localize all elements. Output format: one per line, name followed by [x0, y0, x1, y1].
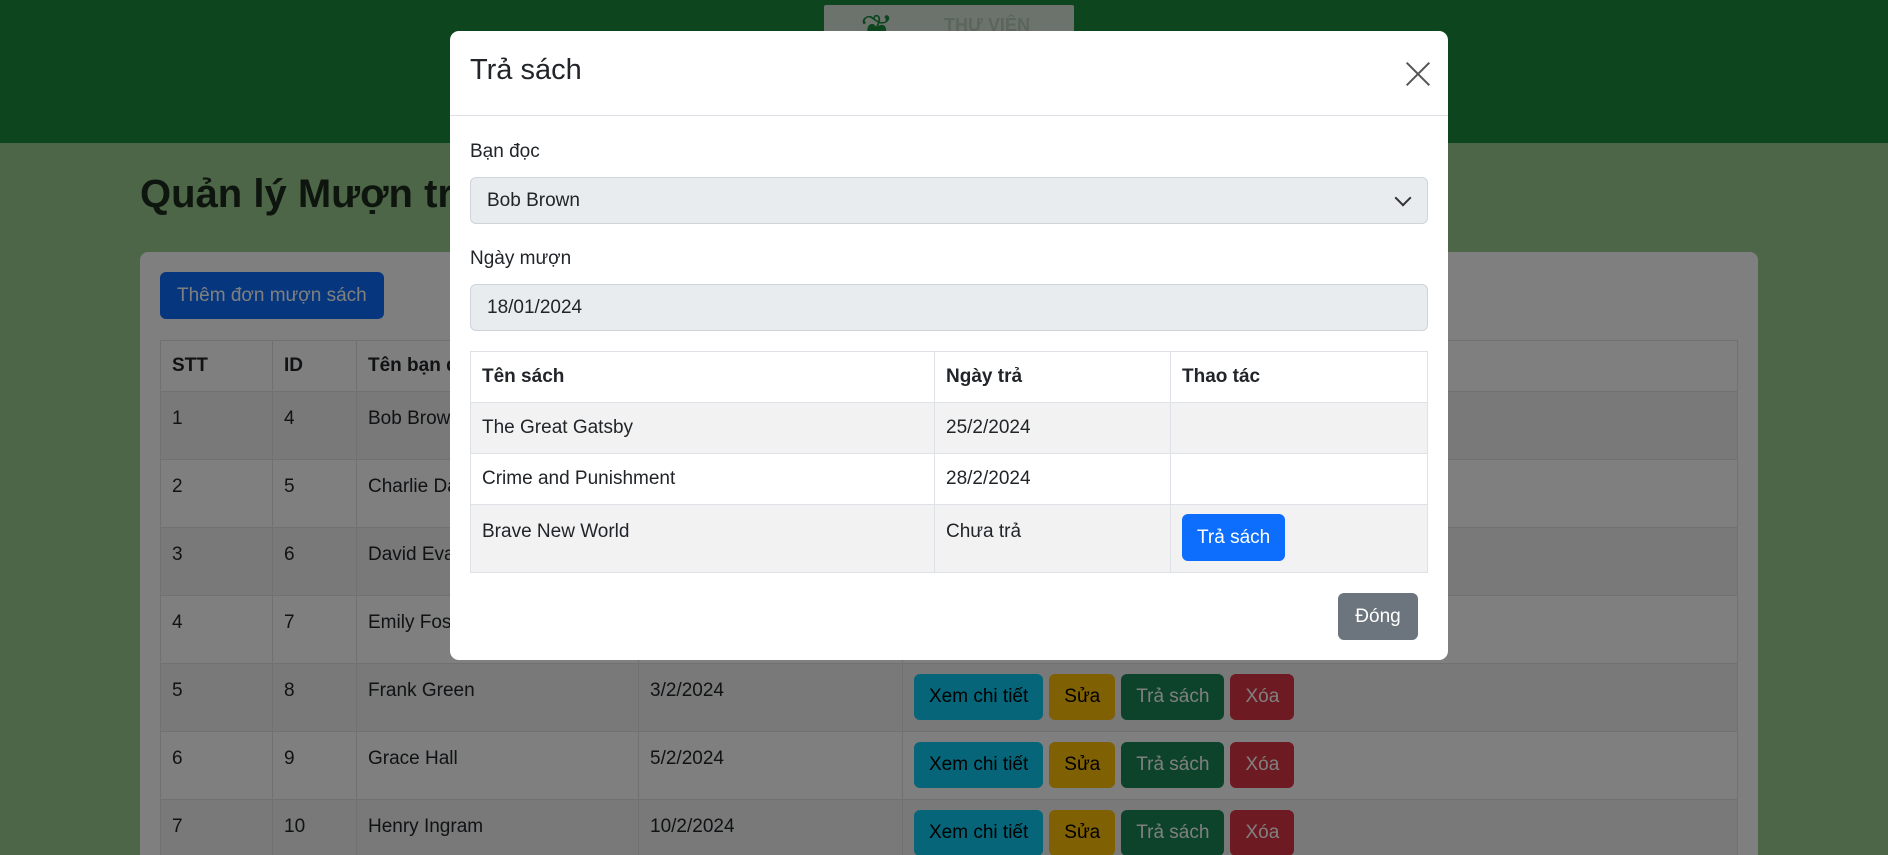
cell-book-title: The Great Gatsby: [470, 402, 935, 454]
column-header-return-date: Ngày trả: [934, 351, 1171, 403]
modal-title: Trả sách: [470, 54, 582, 86]
books-table: Tên sách Ngày trả Thao tác The Great Gat…: [470, 351, 1428, 573]
close-button[interactable]: Đóng: [1338, 593, 1418, 640]
reader-select[interactable]: Bob Brown: [470, 177, 1428, 224]
reader-label: Bạn đọc: [470, 141, 540, 162]
cell-action: [1170, 402, 1428, 454]
book-row: Crime and Punishment 28/2/2024: [470, 453, 1428, 505]
reader-select-value: Bob Brown: [487, 190, 580, 211]
cell-return-date: Chưa trả: [934, 504, 1171, 573]
return-book-button[interactable]: Trả sách: [1182, 514, 1286, 561]
cell-return-date: 28/2/2024: [934, 453, 1171, 505]
column-header-actions: Thao tác: [1170, 351, 1428, 403]
borrow-date-field[interactable]: 18/01/2024: [470, 284, 1428, 331]
book-row: The Great Gatsby 25/2/2024: [470, 402, 1428, 454]
cell-book-title: Brave New World: [470, 504, 935, 573]
cell-book-title: Crime and Punishment: [470, 453, 935, 505]
column-header-book-title: Tên sách: [470, 351, 935, 403]
cell-action: Trả sách: [1170, 504, 1428, 573]
borrow-date-label: Ngày mượn: [470, 248, 572, 269]
modal-header: Trả sách: [450, 31, 1448, 116]
cell-return-date: 25/2/2024: [934, 402, 1171, 454]
chevron-down-icon: [1394, 189, 1412, 207]
book-row: Brave New World Chưa trả Trả sách: [470, 504, 1428, 573]
cell-action: [1170, 453, 1428, 505]
borrow-date-value: 18/01/2024: [487, 297, 583, 318]
close-icon[interactable]: [1405, 61, 1431, 87]
return-book-modal: Trả sách Bạn đọc Bob Brown Ngày mượn 18/…: [450, 31, 1448, 660]
